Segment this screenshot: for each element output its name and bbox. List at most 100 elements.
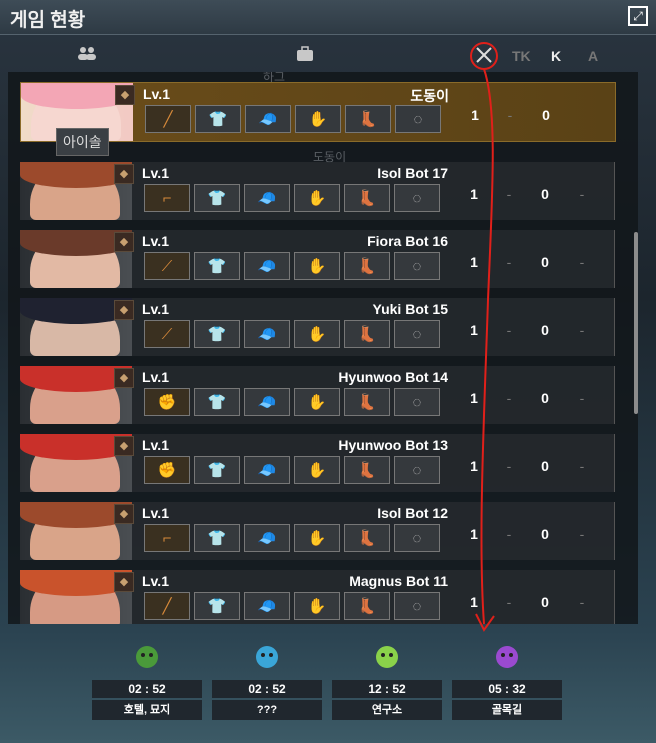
trait-icon: ◆ <box>115 85 135 105</box>
cap-icon[interactable]: 🧢 <box>244 456 290 484</box>
trait-icon: ◆ <box>114 504 134 524</box>
player-row[interactable]: ◆ Lv.1 Yuki Bot 15 ⟋ 👕 🧢 ✋ 👢 ◌ 1 - 0 - <box>20 298 615 356</box>
assist-value: - <box>579 526 585 542</box>
inventory-icon <box>296 46 314 65</box>
boot-icon[interactable]: 👢 <box>344 252 390 280</box>
weapon-slot-sword-icon[interactable]: ⟋ <box>144 320 190 348</box>
cap-icon[interactable]: 🧢 <box>244 252 290 280</box>
window-title: 게임 현황 <box>10 10 86 31</box>
player-row[interactable]: ◆ Lv.1 Magnus Bot 11 ╱ 👕 🧢 ✋ 👢 ◌ 1 - 0 - <box>20 570 615 624</box>
weapon-slot-pistol-icon[interactable]: ⌐ <box>144 184 190 212</box>
assist-value: - <box>579 322 585 338</box>
expand-icon[interactable]: ⤢ <box>628 6 648 26</box>
accessory-icon[interactable]: ◌ <box>394 252 440 280</box>
player-row[interactable]: ◆ Lv.1 Hyunwoo Bot 13 ✊ 👕 🧢 ✋ 👢 ◌ 1 - 0 - <box>20 434 615 492</box>
scrollbar[interactable] <box>634 232 638 414</box>
tk-dash: - <box>506 322 512 338</box>
restricted-zone-timer: 02 : 52??? <box>212 640 322 720</box>
weapon-slot-gauntlet-icon[interactable]: ✊ <box>144 456 190 484</box>
assist-value: - <box>579 594 585 610</box>
tk-value: 1 <box>470 390 478 406</box>
accessory-icon[interactable]: ◌ <box>394 456 440 484</box>
accessory-icon[interactable]: ◌ <box>395 105 441 133</box>
shirt-icon[interactable]: 👕 <box>194 388 240 416</box>
assist-value: - <box>579 390 585 406</box>
trait-icon: ◆ <box>114 164 134 184</box>
hand-icon[interactable]: ✋ <box>294 320 340 348</box>
zone-name: 골목길 <box>452 700 562 720</box>
zone-time: 12 : 52 <box>332 680 442 698</box>
player-row[interactable]: ◆ Lv.1 Hyunwoo Bot 14 ✊ 👕 🧢 ✋ 👢 ◌ 1 - 0 - <box>20 366 615 424</box>
shirt-icon[interactable]: 👕 <box>194 592 240 620</box>
weapon-slot-pistol-icon[interactable]: ⌐ <box>144 524 190 552</box>
trait-icon: ◆ <box>114 436 134 456</box>
accessory-icon[interactable]: ◌ <box>394 524 440 552</box>
kill-value: 0 <box>541 390 549 406</box>
leaf-icon <box>130 640 164 674</box>
hand-icon[interactable]: ✋ <box>295 105 341 133</box>
tk-value: 1 <box>470 186 478 202</box>
player-level: Lv.1 <box>142 573 169 589</box>
player-name: Fiora Bot 16 <box>367 233 448 249</box>
player-row[interactable]: ◆ Lv.1 Fiora Bot 16 ⟋ 👕 🧢 ✋ 👢 ◌ 1 - 0 - <box>20 230 615 288</box>
zone-time: 02 : 52 <box>92 680 202 698</box>
hand-icon[interactable]: ✋ <box>294 524 340 552</box>
boot-icon[interactable]: 👢 <box>344 388 390 416</box>
player-level: Lv.1 <box>142 165 169 181</box>
trait-icon: ◆ <box>114 368 134 388</box>
player-row[interactable]: ◆ Lv.1 Isol Bot 17 ⌐ 👕 🧢 ✋ 👢 ◌ 1 - 0 - <box>20 162 615 220</box>
boot-icon[interactable]: 👢 <box>344 456 390 484</box>
accessory-icon[interactable]: ◌ <box>394 184 440 212</box>
tk-value: 1 <box>470 322 478 338</box>
hand-icon[interactable]: ✋ <box>294 252 340 280</box>
tk-dash: - <box>506 390 512 406</box>
tk-value: 1 <box>471 107 479 123</box>
hand-icon[interactable]: ✋ <box>294 184 340 212</box>
weapon-slot-glove-icon[interactable]: ✊ <box>144 388 190 416</box>
accessory-icon[interactable]: ◌ <box>394 388 440 416</box>
zone-name: 호텔, 묘지 <box>92 700 202 720</box>
boot-icon[interactable]: 👢 <box>344 184 390 212</box>
boot-icon[interactable]: 👢 <box>344 592 390 620</box>
tk-value: 1 <box>470 526 478 542</box>
shirt-icon[interactable]: 👕 <box>194 320 240 348</box>
hooded-icon <box>490 640 524 674</box>
cap-icon[interactable]: 🧢 <box>244 184 290 212</box>
tk-dash: - <box>506 254 512 270</box>
player-row[interactable]: ◆ Lv.1 Isol Bot 12 ⌐ 👕 🧢 ✋ 👢 ◌ 1 - 0 - <box>20 502 615 560</box>
trait-icon: ◆ <box>114 300 134 320</box>
shirt-icon[interactable]: 👕 <box>194 252 240 280</box>
boot-icon[interactable]: 👢 <box>345 105 391 133</box>
hand-icon[interactable]: ✋ <box>294 592 340 620</box>
accessory-icon[interactable]: ◌ <box>394 320 440 348</box>
weapon-slot-spear-icon[interactable]: ⟋ <box>144 252 190 280</box>
shirt-icon[interactable]: 👕 <box>194 524 240 552</box>
cap-icon[interactable]: 🧢 <box>244 592 290 620</box>
character-tooltip: 아이솔 <box>56 128 109 156</box>
cloud-icon <box>250 640 284 674</box>
cap-icon[interactable]: 🧢 <box>245 105 291 133</box>
boot-icon[interactable]: 👢 <box>344 320 390 348</box>
shirt-icon[interactable]: 👕 <box>194 456 240 484</box>
tk-dash: - <box>506 458 512 474</box>
hand-icon[interactable]: ✋ <box>294 388 340 416</box>
weapon-slot-hammer-icon[interactable]: ╱ <box>145 105 191 133</box>
player-name: Magnus Bot 11 <box>349 573 448 589</box>
player-name: 도동이 <box>410 88 449 104</box>
player-row[interactable]: ◆ Lv.1 도동이 ╱ 👕 🧢 ✋ 👢 ◌ 1 - 0 <box>20 82 616 142</box>
hand-icon[interactable]: ✋ <box>294 456 340 484</box>
tk-dash: - <box>507 107 513 123</box>
cap-icon[interactable]: 🧢 <box>244 320 290 348</box>
boot-icon[interactable]: 👢 <box>344 524 390 552</box>
team-icon <box>77 46 97 63</box>
shirt-icon[interactable]: 👕 <box>194 184 240 212</box>
shirt-icon[interactable]: 👕 <box>195 105 241 133</box>
restricted-zone-timer: 02 : 52 호텔, 묘지 <box>92 640 202 720</box>
weapon-slot-hammer-icon[interactable]: ╱ <box>144 592 190 620</box>
cap-icon[interactable]: 🧢 <box>244 524 290 552</box>
accessory-icon[interactable]: ◌ <box>394 592 440 620</box>
cap-icon[interactable]: 🧢 <box>244 388 290 416</box>
zone-time: 05 : 32 <box>452 680 562 698</box>
plant-monster-icon <box>370 640 404 674</box>
tk-dash: - <box>506 186 512 202</box>
